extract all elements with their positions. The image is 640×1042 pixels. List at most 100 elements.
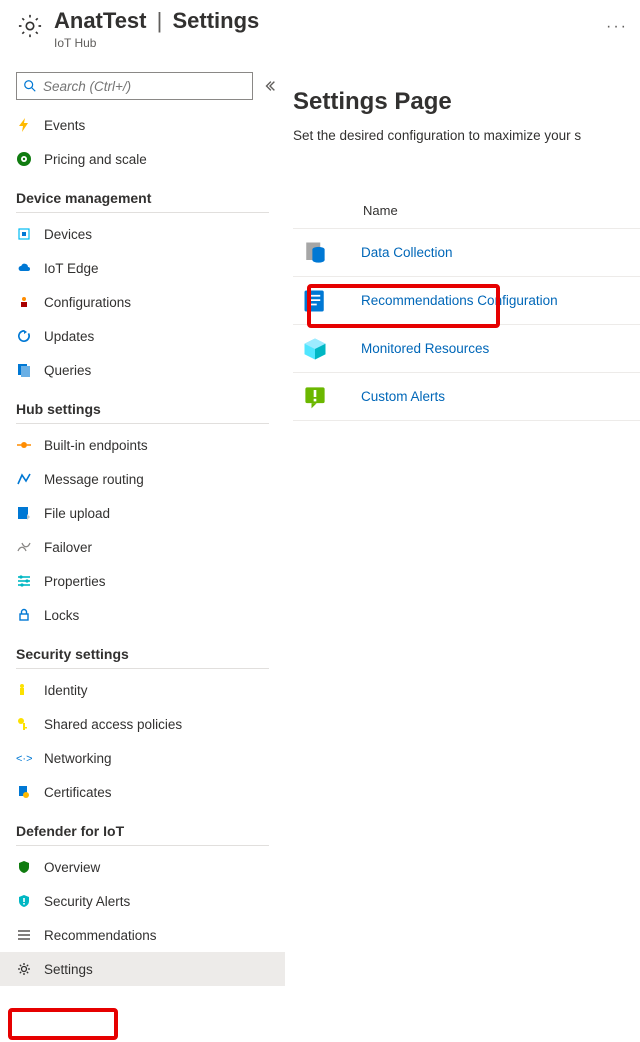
main-description: Set the desired configuration to maximiz… <box>293 128 640 143</box>
sidebar-item-label: IoT Edge <box>44 261 269 276</box>
page-name: Settings <box>172 8 259 33</box>
recs-icon <box>16 927 32 943</box>
settings-row-recommendations-configuration[interactable]: Recommendations Configuration <box>293 277 640 325</box>
search-input[interactable] <box>43 79 246 94</box>
divider <box>16 668 269 669</box>
sidebar-item-label: Identity <box>44 683 269 698</box>
identity-icon <box>16 682 32 698</box>
sidebar-section-security-settings: Security settings <box>0 632 285 668</box>
sidebar-item-label: Certificates <box>44 785 269 800</box>
upload-icon <box>16 505 32 521</box>
sidebar-item-networking[interactable]: <·> Networking <box>0 741 285 775</box>
sidebar-section-device-management: Device management <box>0 176 285 212</box>
search-box[interactable] <box>16 72 253 100</box>
sidebar-item-label: Updates <box>44 329 269 344</box>
target-green-icon <box>16 151 32 167</box>
sidebar-item-recommendations[interactable]: Recommendations <box>0 918 285 952</box>
sidebar: Events Pricing and scale Device management… <box>0 60 285 1042</box>
resource-type: IoT Hub <box>54 36 586 50</box>
sidebar-item-label: File upload <box>44 506 269 521</box>
sidebar-item-label: Queries <box>44 363 269 378</box>
sidebar-item-built-in-endpoints[interactable]: Built-in endpoints <box>0 428 285 462</box>
divider <box>16 845 269 846</box>
sidebar-item-file-upload[interactable]: File upload <box>0 496 285 530</box>
sidebar-item-security-alerts[interactable]: Security Alerts <box>0 884 285 918</box>
sidebar-item-label: Locks <box>44 608 269 623</box>
properties-icon <box>16 573 32 589</box>
settings-row-label: Custom Alerts <box>361 389 445 404</box>
settings-row-label: Monitored Resources <box>361 341 489 356</box>
sidebar-item-label: Devices <box>44 227 269 242</box>
sidebar-item-message-routing[interactable]: Message routing <box>0 462 285 496</box>
sidebar-section-hub-settings: Hub settings <box>0 387 285 423</box>
cloud-icon <box>16 260 32 276</box>
sidebar-scroll[interactable]: Events Pricing and scale Device management… <box>0 108 285 1042</box>
gear-icon <box>16 12 44 40</box>
settings-row-custom-alerts[interactable]: Custom Alerts <box>293 373 640 421</box>
main-title: Settings Page <box>293 88 640 116</box>
sidebar-item-locks[interactable]: Locks <box>0 598 285 632</box>
sidebar-item-queries[interactable]: Queries <box>0 353 285 387</box>
sidebar-item-label: Pricing and scale <box>44 152 269 167</box>
sidebar-item-settings[interactable]: Settings <box>0 952 285 986</box>
sidebar-item-devices[interactable]: Devices <box>0 217 285 251</box>
failover-icon <box>16 539 32 555</box>
sidebar-item-label: Settings <box>44 962 269 977</box>
key-icon <box>16 716 32 732</box>
sidebar-item-pricing-and-scale[interactable]: Pricing and scale <box>0 142 285 176</box>
alert-shield-icon <box>16 893 32 909</box>
more-menu-button[interactable]: ··· <box>606 18 628 36</box>
sidebar-item-label: Security Alerts <box>44 894 269 909</box>
sidebar-item-label: Message routing <box>44 472 269 487</box>
sidebar-item-configurations[interactable]: Configurations <box>0 285 285 319</box>
sidebar-item-properties[interactable]: Properties <box>0 564 285 598</box>
settings-row-data-collection[interactable]: Data Collection <box>293 229 640 277</box>
sidebar-item-overview[interactable]: Overview <box>0 850 285 884</box>
sidebar-item-events[interactable]: Events <box>0 108 285 142</box>
svg-text:<·>: <·> <box>16 753 32 765</box>
gear-icon <box>16 961 32 977</box>
sidebar-item-iot-edge[interactable]: IoT Edge <box>0 251 285 285</box>
sidebar-item-certificates[interactable]: Certificates <box>0 775 285 809</box>
divider <box>16 212 269 213</box>
sidebar-item-label: Shared access policies <box>44 717 269 732</box>
search-row <box>0 60 285 108</box>
resource-name: AnatTest <box>54 8 147 33</box>
column-header-name: Name <box>293 203 640 229</box>
search-icon <box>23 79 37 93</box>
monitored-icon <box>301 335 329 363</box>
queries-icon <box>16 362 32 378</box>
lock-icon <box>16 607 32 623</box>
recs-config-icon <box>301 287 329 315</box>
settings-row-monitored-resources[interactable]: Monitored Resources <box>293 325 640 373</box>
settings-row-label: Data Collection <box>361 245 453 260</box>
endpoint-icon <box>16 437 32 453</box>
sidebar-item-label: Events <box>44 118 269 133</box>
sidebar-item-label: Networking <box>44 751 269 766</box>
sidebar-item-label: Failover <box>44 540 269 555</box>
data-collection-icon <box>301 239 329 267</box>
page-title: AnatTest | Settings <box>54 8 586 34</box>
config-icon <box>16 294 32 310</box>
custom-alerts-icon <box>301 383 329 411</box>
main-content: Settings Page Set the desired configurat… <box>285 60 640 1042</box>
network-icon: <·> <box>16 750 32 766</box>
divider <box>16 423 269 424</box>
collapse-sidebar-button[interactable] <box>263 79 277 93</box>
sidebar-section-defender-for-iot: Defender for IoT <box>0 809 285 845</box>
sidebar-item-label: Properties <box>44 574 269 589</box>
settings-row-label: Recommendations Configuration <box>361 293 558 308</box>
update-icon <box>16 328 32 344</box>
sidebar-item-label: Overview <box>44 860 269 875</box>
sidebar-item-failover[interactable]: Failover <box>0 530 285 564</box>
cert-icon <box>16 784 32 800</box>
sidebar-item-shared-access-policies[interactable]: Shared access policies <box>0 707 285 741</box>
sidebar-item-identity[interactable]: Identity <box>0 673 285 707</box>
sidebar-item-label: Recommendations <box>44 928 269 943</box>
sidebar-item-label: Configurations <box>44 295 269 310</box>
chip-icon <box>16 226 32 242</box>
title-separator: | <box>157 8 163 33</box>
sidebar-item-updates[interactable]: Updates <box>0 319 285 353</box>
shield-icon <box>16 859 32 875</box>
header-titles: AnatTest | Settings IoT Hub <box>54 8 586 50</box>
